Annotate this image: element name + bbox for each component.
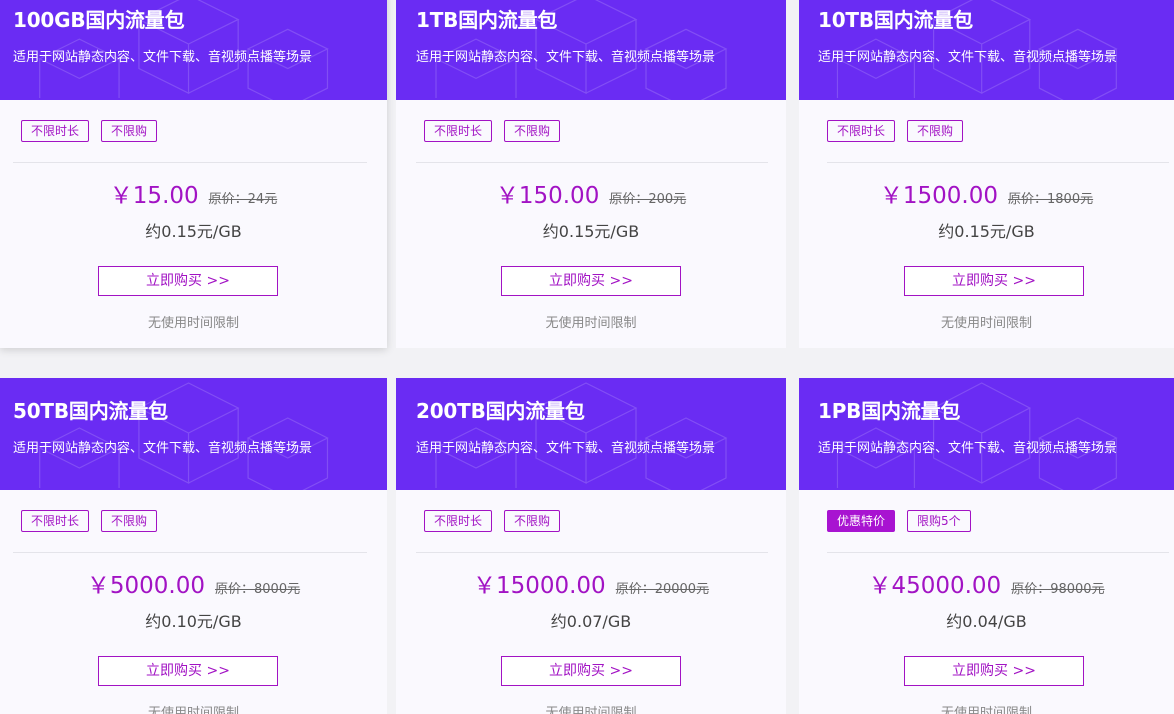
current-price: ￥5000.00 <box>86 573 206 599</box>
tag-unlimited-purchase: 不限购 <box>907 120 964 142</box>
card-description: 适用于网站静态内容、文件下载、音视频点播等场景 <box>13 441 313 456</box>
original-price: 原价：98000元 <box>1011 582 1105 597</box>
card-title: 1PB国内流量包 <box>818 399 961 423</box>
tag-unlimited-purchase: 不限购 <box>504 510 561 532</box>
card-header: 1PB国内流量包 适用于网站静态内容、文件下载、音视频点播等场景 <box>799 378 1174 490</box>
unit-price: 约0.15元/GB <box>145 222 242 241</box>
unit-price: 约0.07/GB <box>550 612 632 631</box>
tag-group: 不限时长 不限购 <box>21 120 158 142</box>
tag-unlimited-duration: 不限时长 <box>21 120 90 142</box>
tag-unlimited-duration: 不限时长 <box>424 510 493 532</box>
current-price: ￥15.00 <box>109 183 199 209</box>
current-price: ￥15000.00 <box>472 573 606 599</box>
card-title: 10TB国内流量包 <box>818 8 973 32</box>
buy-now-button[interactable]: 立即购买 >> <box>98 656 278 686</box>
tag-unlimited-duration: 不限时长 <box>21 510 90 532</box>
unit-price: 约0.04/GB <box>946 612 1027 631</box>
original-price: 原价：1800元 <box>1008 192 1094 207</box>
card-title: 50TB国内流量包 <box>13 399 168 423</box>
package-card-10tb: 10TB国内流量包 适用于网站静态内容、文件下载、音视频点播等场景 不限时长 不… <box>799 0 1174 348</box>
current-price: ￥1500.00 <box>879 183 999 209</box>
price-row: ￥15.00 原价：24元 <box>0 176 387 210</box>
divider <box>416 162 768 163</box>
buy-now-button[interactable]: 立即购买 >> <box>904 266 1084 296</box>
card-header: 10TB国内流量包 适用于网站静态内容、文件下载、音视频点播等场景 <box>799 0 1174 100</box>
divider <box>416 552 768 553</box>
divider <box>827 552 1169 553</box>
divider <box>13 552 367 553</box>
unit-price: 约0.15元/GB <box>542 222 640 241</box>
card-header: 100GB国内流量包 适用于网站静态内容、文件下载、音视频点播等场景 <box>0 0 387 100</box>
card-title: 200TB国内流量包 <box>416 399 585 423</box>
original-price: 原价：24元 <box>208 192 278 207</box>
tag-unlimited-purchase: 不限购 <box>504 120 561 142</box>
usage-note: 无使用时间限制 <box>940 706 1032 714</box>
card-description: 适用于网站静态内容、文件下载、音视频点播等场景 <box>13 50 313 65</box>
package-card-200tb: 200TB国内流量包 适用于网站静态内容、文件下载、音视频点播等场景 不限时长 … <box>396 378 786 714</box>
tag-group: 不限时长 不限购 <box>21 510 158 532</box>
current-price: ￥150.00 <box>495 183 600 209</box>
buy-now-button[interactable]: 立即购买 >> <box>501 656 681 686</box>
tag-group: 不限时长 不限购 <box>827 120 964 142</box>
usage-note: 无使用时间限制 <box>147 316 239 331</box>
original-price: 原价：8000元 <box>215 582 301 597</box>
tag-group: 不限时长 不限购 <box>424 120 561 142</box>
traffic-package-grid: 100GB国内流量包 适用于网站静态内容、文件下载、音视频点播等场景 不限时长 … <box>0 0 1174 714</box>
card-header: 50TB国内流量包 适用于网站静态内容、文件下载、音视频点播等场景 <box>0 378 387 490</box>
card-header: 200TB国内流量包 适用于网站静态内容、文件下载、音视频点播等场景 <box>396 378 786 490</box>
original-price: 原价：200元 <box>609 192 687 207</box>
price-row: ￥5000.00 原价：8000元 <box>0 566 387 600</box>
tag-unlimited-duration: 不限时长 <box>827 120 896 142</box>
price-row: ￥45000.00 原价：98000元 <box>799 566 1174 600</box>
usage-note: 无使用时间限制 <box>940 316 1032 331</box>
card-description: 适用于网站静态内容、文件下载、音视频点播等场景 <box>818 50 1118 65</box>
card-title: 1TB国内流量包 <box>416 8 558 32</box>
card-description: 适用于网站静态内容、文件下载、音视频点播等场景 <box>818 441 1118 456</box>
card-title: 100GB国内流量包 <box>13 8 185 32</box>
tag-unlimited-purchase: 不限购 <box>101 510 158 532</box>
card-header: 1TB国内流量包 适用于网站静态内容、文件下载、音视频点播等场景 <box>396 0 786 100</box>
buy-now-button[interactable]: 立即购买 >> <box>501 266 681 296</box>
unit-price: 约0.15元/GB <box>938 222 1035 241</box>
unit-price: 约0.10元/GB <box>145 612 242 631</box>
price-row: ￥150.00 原价：200元 <box>396 176 786 210</box>
price-row: ￥1500.00 原价：1800元 <box>799 176 1174 210</box>
tag-special-offer: 优惠特价 <box>827 510 896 532</box>
buy-now-button[interactable]: 立即购买 >> <box>98 266 278 296</box>
divider <box>827 162 1169 163</box>
usage-note: 无使用时间限制 <box>545 706 637 714</box>
tag-unlimited-duration: 不限时长 <box>424 120 493 142</box>
card-description: 适用于网站静态内容、文件下载、音视频点播等场景 <box>416 441 716 456</box>
card-description: 适用于网站静态内容、文件下载、音视频点播等场景 <box>416 50 716 65</box>
buy-now-button[interactable]: 立即购买 >> <box>904 656 1084 686</box>
tag-unlimited-purchase: 不限购 <box>101 120 158 142</box>
tag-purchase-limit: 限购5个 <box>907 510 971 532</box>
tag-group: 优惠特价 限购5个 <box>827 510 971 532</box>
original-price: 原价：20000元 <box>615 582 710 597</box>
usage-note: 无使用时间限制 <box>545 316 637 331</box>
current-price: ￥45000.00 <box>868 573 1002 599</box>
package-card-50tb: 50TB国内流量包 适用于网站静态内容、文件下载、音视频点播等场景 不限时长 不… <box>0 378 387 714</box>
usage-note: 无使用时间限制 <box>147 706 239 714</box>
package-card-1tb: 1TB国内流量包 适用于网站静态内容、文件下载、音视频点播等场景 不限时长 不限… <box>396 0 786 348</box>
package-card-1pb: 1PB国内流量包 适用于网站静态内容、文件下载、音视频点播等场景 优惠特价 限购… <box>799 378 1174 714</box>
price-row: ￥15000.00 原价：20000元 <box>396 566 786 600</box>
divider <box>13 162 367 163</box>
tag-group: 不限时长 不限购 <box>424 510 561 532</box>
package-card-100gb: 100GB国内流量包 适用于网站静态内容、文件下载、音视频点播等场景 不限时长 … <box>0 0 387 348</box>
